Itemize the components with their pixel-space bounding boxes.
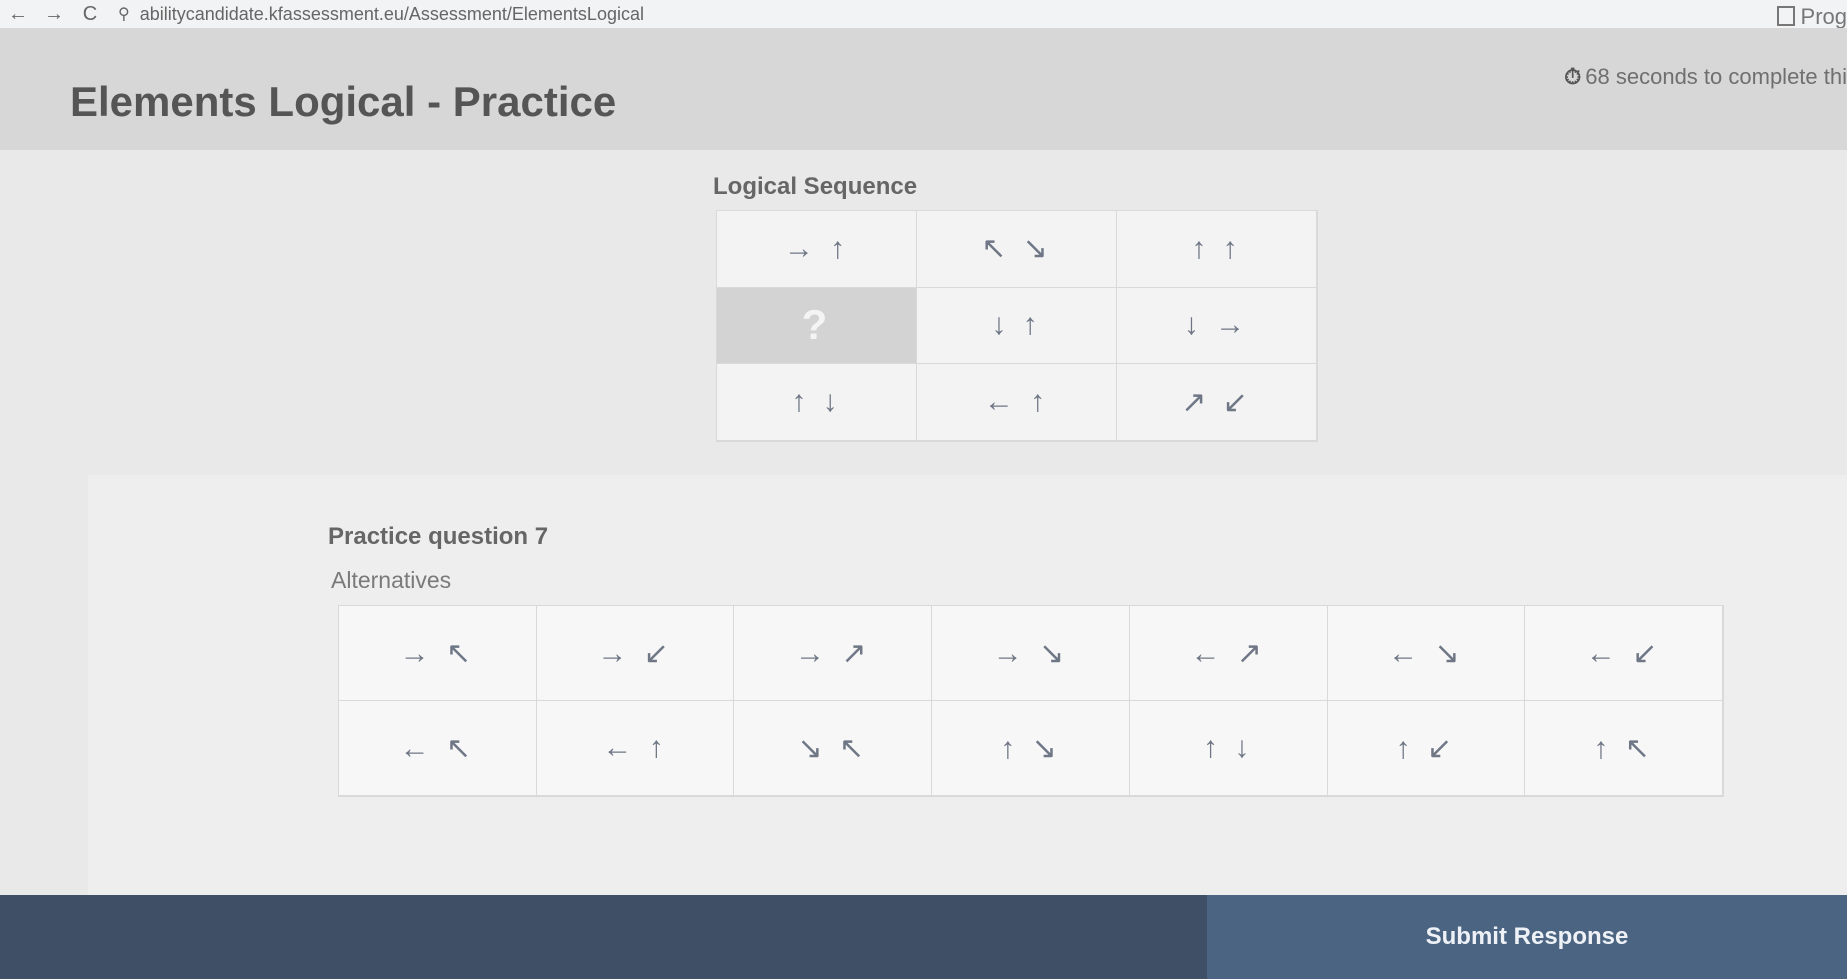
alternative-option[interactable]: ↑ ↙ bbox=[1327, 701, 1526, 796]
alternative-option[interactable]: ↘ ↖ bbox=[734, 701, 933, 796]
progress-label: Prog bbox=[1776, 4, 1847, 30]
reload-icon[interactable]: C bbox=[72, 3, 108, 26]
sequence-cell: ↓ → bbox=[1117, 287, 1317, 365]
page-header: Elements Logical - Practice ⏱ 68 seconds … bbox=[0, 28, 1847, 150]
alternative-option[interactable]: ↑ ↘ bbox=[932, 701, 1130, 796]
address-bar[interactable]: ⚲ abilitycandidate.kfassessment.eu/Asses… bbox=[118, 4, 644, 25]
alternative-option[interactable]: ↑ ↖ bbox=[1525, 701, 1723, 796]
question-label: Practice question 7 bbox=[328, 523, 549, 550]
alternative-option[interactable]: ↑ ↓ bbox=[1129, 701, 1328, 796]
page-title: Elements Logical - Practice bbox=[70, 78, 617, 125]
progress-text: Prog bbox=[1800, 4, 1847, 29]
timer: ⏱ 68 seconds to complete thi bbox=[1564, 64, 1847, 90]
question-panel: Practice question 7 Alternatives → ↖ → ↙… bbox=[88, 475, 1847, 895]
back-arrow-icon[interactable]: ← bbox=[0, 3, 36, 26]
logical-sequence-grid: → ↑ ↖ ↘ ↑ ↑ ? ↓ ↑ ↓ → ↑ ↓ ← ↑ ↗ ↙ bbox=[716, 210, 1318, 442]
alternative-option[interactable]: ← ↖ bbox=[339, 701, 537, 796]
document-icon bbox=[1776, 6, 1795, 26]
missing-sequence-cell: ? bbox=[717, 287, 917, 365]
sequence-cell: ↓ ↑ bbox=[917, 287, 1117, 365]
timer-text: 68 seconds to complete thi bbox=[1585, 64, 1847, 89]
browser-toolbar: ← → C ⚲ abilitycandidate.kfassessment.eu… bbox=[0, 0, 1847, 30]
alternative-option[interactable]: → ↖ bbox=[339, 606, 537, 701]
submit-response-button[interactable]: Submit Response bbox=[1207, 895, 1847, 979]
alternative-option[interactable]: ← ↑ bbox=[536, 701, 735, 796]
alternative-option[interactable]: ← ↙ bbox=[1525, 606, 1723, 701]
alternative-option[interactable]: → ↘ bbox=[932, 606, 1130, 701]
sequence-cell: ← ↑ bbox=[917, 364, 1117, 441]
forward-arrow-icon[interactable]: → bbox=[36, 3, 72, 26]
url-text[interactable]: abilitycandidate.kfassessment.eu/Assessm… bbox=[140, 4, 644, 25]
sequence-cell: → ↑ bbox=[717, 211, 917, 288]
footer-bar: Submit Response bbox=[0, 895, 1847, 979]
sequence-cell: ↑ ↑ bbox=[1117, 211, 1317, 288]
alternative-option[interactable]: → ↗ bbox=[734, 606, 933, 701]
sequence-cell: ↑ ↓ bbox=[717, 364, 917, 441]
alternative-option[interactable]: ← ↗ bbox=[1129, 606, 1328, 701]
stopwatch-icon: ⏱ bbox=[1564, 64, 1582, 89]
sequence-cell: ↗ ↙ bbox=[1117, 364, 1317, 441]
alternative-option[interactable]: → ↙ bbox=[536, 606, 735, 701]
sequence-cell: ↖ ↘ bbox=[917, 211, 1117, 288]
alternatives-grid: → ↖ → ↙ → ↗ → ↘ ← ↗ ← ↘ ← ↙ ← ↖ ← ↑ ↘ ↖ … bbox=[338, 605, 1724, 797]
site-settings-icon[interactable]: ⚲ bbox=[118, 4, 130, 24]
sequence-title: Logical Sequence bbox=[713, 173, 918, 200]
alternative-option[interactable]: ← ↘ bbox=[1327, 606, 1526, 701]
alternatives-label: Alternatives bbox=[331, 567, 452, 593]
